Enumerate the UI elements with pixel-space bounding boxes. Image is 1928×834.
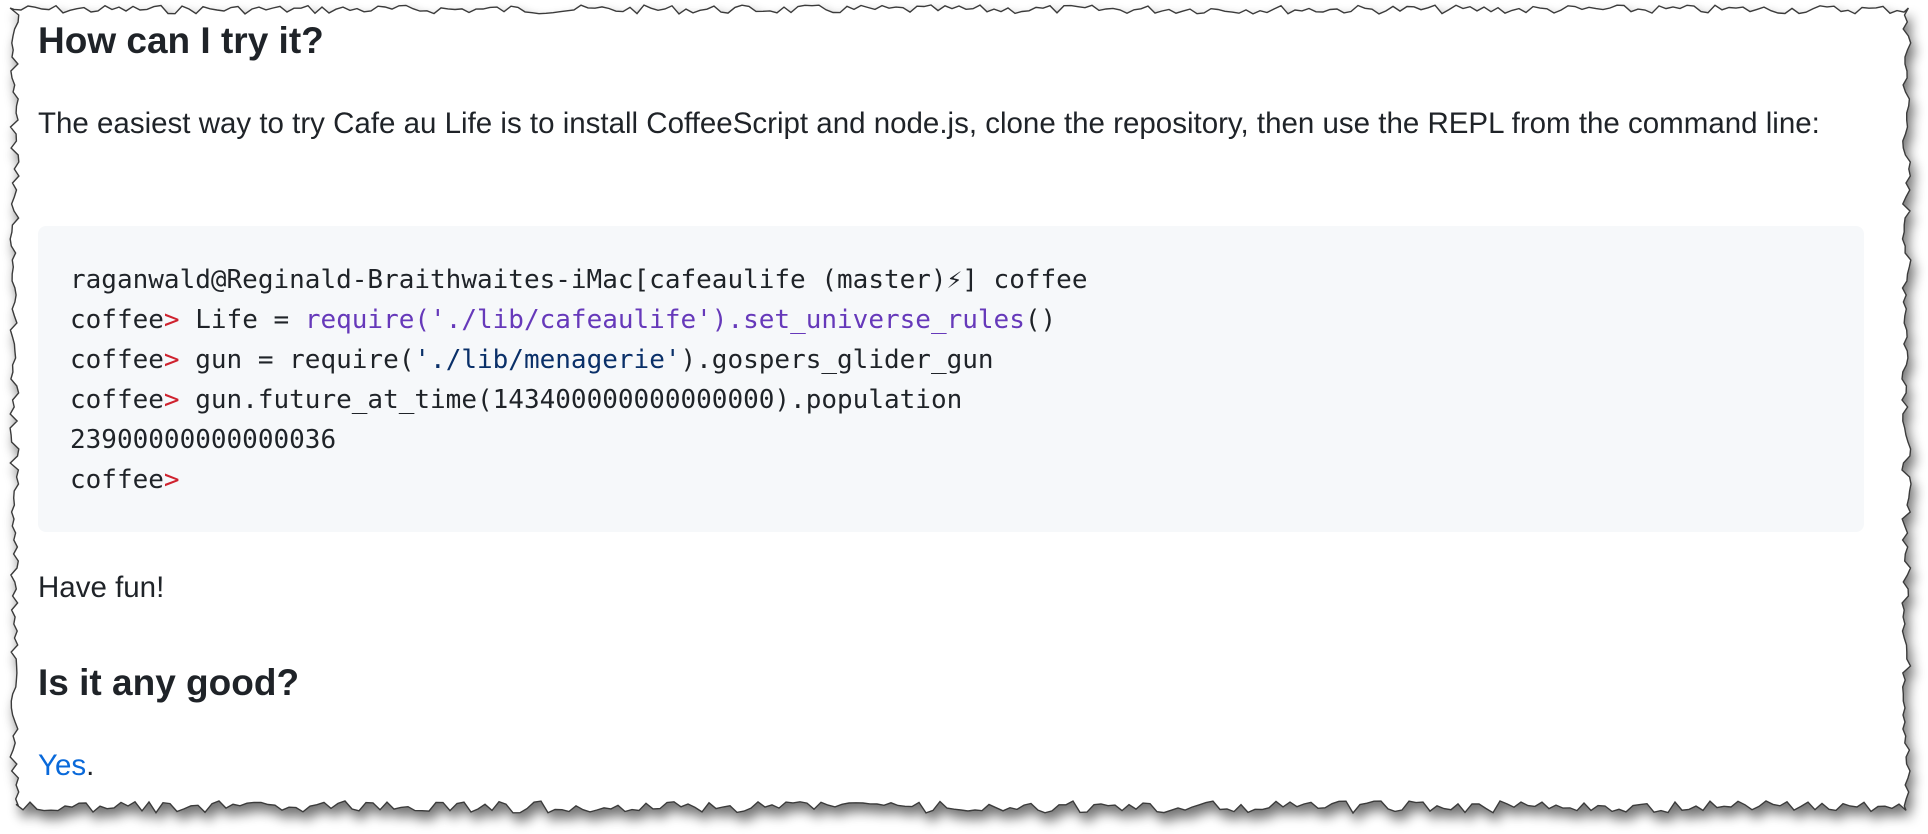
prompt-mark: > — [163, 385, 180, 415]
answer-punctuation: . — [86, 749, 95, 782]
answer-paragraph: Yes. — [38, 742, 94, 790]
code-require-call: require('./lib/cafeaulife').set_universe… — [304, 305, 1025, 335]
code-line-4: coffee> gun.future_at_time(1434000000000… — [70, 380, 1087, 420]
code-text: () — [1024, 305, 1057, 335]
code-text: ).gospers_glider_gun — [680, 345, 994, 375]
repl-session: raganwald@Reginald-Braithwaites-iMac[caf… — [70, 260, 1087, 500]
prompt-word: coffee — [70, 345, 164, 375]
code-line-5: 23900000000000036 — [70, 425, 337, 455]
code-text: gun.future_at_time(143400000000000000).p… — [179, 385, 963, 415]
code-line-1: raganwald@Reginald-Braithwaites-iMac[caf… — [70, 265, 1088, 295]
code-block: raganwald@Reginald-Braithwaites-iMac[caf… — [38, 226, 1864, 532]
intro-paragraph: The easiest way to try Cafe au Life is t… — [38, 107, 1820, 140]
prompt-mark: > — [163, 345, 180, 375]
yes-link[interactable]: Yes — [38, 749, 86, 782]
heading-is-it-any-good: Is it any good? — [38, 662, 300, 703]
prompt-word: coffee — [70, 385, 164, 415]
code-line-3: coffee> gun = require('./lib/menagerie')… — [70, 340, 1087, 380]
code-string: './lib/menagerie' — [414, 345, 681, 375]
code-text: Life = — [179, 305, 305, 335]
heading-how-can-i-try-it: How can I try it? — [38, 20, 324, 61]
prompt-mark: > — [163, 465, 180, 495]
code-text: gun = require( — [179, 345, 415, 375]
prompt-word: coffee — [70, 465, 164, 495]
code-line-6: coffee> — [70, 460, 1087, 500]
prompt-word: coffee — [70, 305, 164, 335]
code-line-2: coffee> Life = require('./lib/cafeaulife… — [70, 300, 1087, 340]
closing-paragraph: Have fun! — [38, 571, 165, 604]
prompt-mark: > — [163, 305, 180, 335]
readme-content: How can I try it? The easiest way to try… — [38, 0, 1866, 834]
